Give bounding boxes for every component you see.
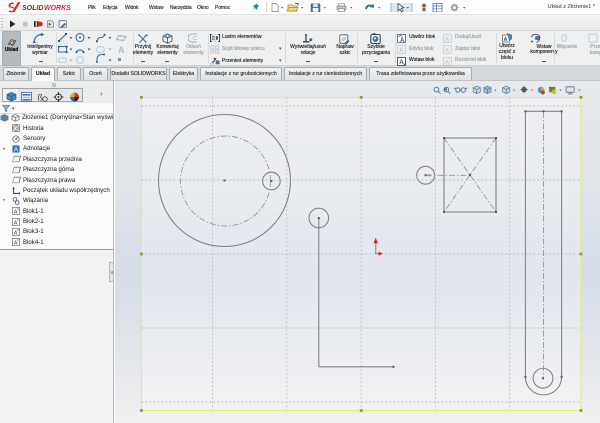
svg-text:A: A <box>445 49 450 55</box>
svg-text:A: A <box>14 210 18 216</box>
svg-text:A: A <box>400 38 405 43</box>
svg-text:SOLID: SOLID <box>22 5 43 12</box>
svg-text:A: A <box>399 49 404 55</box>
svg-text:A: A <box>14 147 19 154</box>
svg-text:A: A <box>445 60 450 66</box>
svg-text:WORKS: WORKS <box>44 5 71 12</box>
svg-text:A: A <box>14 230 18 236</box>
svg-text:A: A <box>399 60 404 66</box>
svg-text:A: A <box>14 241 18 247</box>
svg-text:A: A <box>118 45 125 55</box>
svg-text:A: A <box>445 37 450 43</box>
svg-text:ß: ß <box>37 93 43 103</box>
svg-text:A: A <box>14 220 18 226</box>
